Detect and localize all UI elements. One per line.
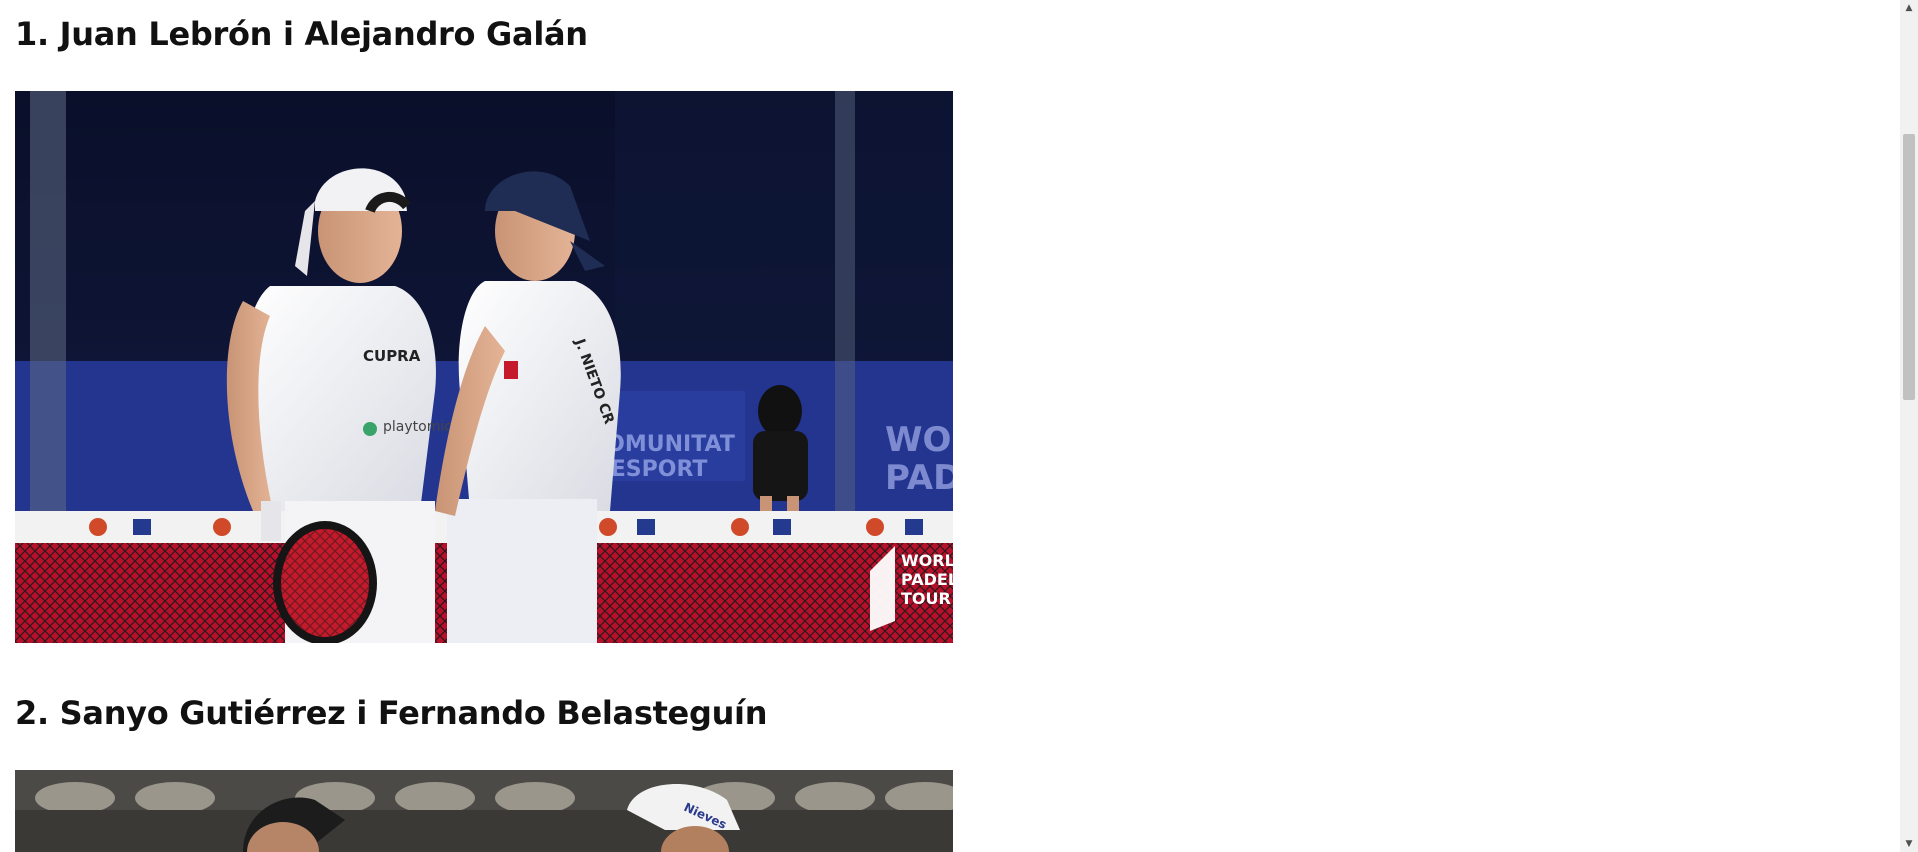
scroll-down-arrow-icon[interactable]: ▼	[1900, 836, 1918, 852]
scrollbar-thumb[interactable]	[1903, 134, 1915, 400]
scroll-up-arrow-icon[interactable]: ▲	[1900, 0, 1918, 16]
svg-text:PADEL: PADEL	[901, 570, 953, 589]
padel-players-photo: Nieves	[15, 770, 953, 852]
entry-photo: COMUNITAT L'ESPORT WOR PAD	[15, 91, 953, 643]
entry-title: 1. Juan Lebrón i Alejandro Galán	[15, 15, 588, 53]
entry-photo: Nieves	[15, 770, 953, 852]
entry-title: 2. Sanyo Gutiérrez i Fernando Belasteguí…	[15, 694, 768, 732]
padel-players-photo: COMUNITAT L'ESPORT WOR PAD	[15, 91, 953, 643]
svg-text:PAD: PAD	[885, 458, 953, 498]
svg-text:playtomic: playtomic	[383, 419, 452, 435]
svg-text:WORLD: WORLD	[901, 551, 953, 570]
svg-text:WOR: WOR	[885, 420, 953, 460]
svg-text:TOUR: TOUR	[901, 589, 951, 608]
article-page: 1. Juan Lebrón i Alejandro Galán COMUNIT…	[0, 0, 1918, 852]
svg-text:CUPRA: CUPRA	[363, 347, 421, 365]
vertical-scrollbar[interactable]: ▲ ▼	[1900, 0, 1918, 852]
